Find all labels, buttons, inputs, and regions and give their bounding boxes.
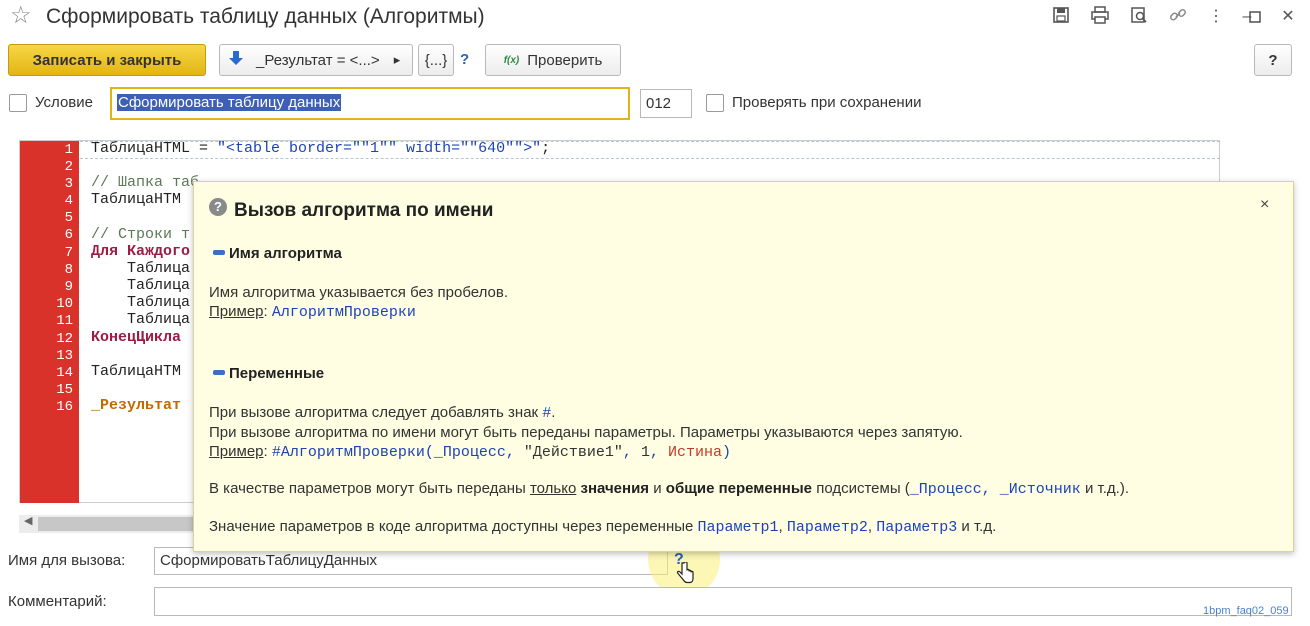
line-number: 8 [64,262,73,278]
maximize-icon[interactable] [1244,6,1266,28]
more-icon[interactable]: ⋮ [1205,6,1227,28]
line-number: 13 [56,348,73,364]
preview-icon[interactable] [1128,6,1150,28]
section2-line1: При вызове алгоритма следует добавлять з… [209,404,556,422]
comment-input[interactable] [154,587,1292,616]
scrollbar-thumb[interactable] [38,517,198,531]
code-input[interactable]: 012 [640,89,692,118]
help-popup: ? Вызов алгоритма по имени × Имя алгорит… [193,181,1294,552]
line-number: 10 [56,296,73,312]
window-title: Сформировать таблицу данных (Алгоритмы) [46,5,485,28]
line-number: 3 [64,176,73,192]
collapse-icon[interactable] [213,370,225,375]
check-button[interactable]: f(x) Проверить [485,44,621,76]
condition-checkbox[interactable] [9,94,27,112]
section-title-name[interactable]: Имя алгоритма [229,245,342,262]
code-line-4: ТаблицаHTM [91,191,182,208]
algorithm-name-value: Сформировать таблицу данных [117,94,342,111]
line-number: 11 [56,313,73,329]
save-icon[interactable] [1050,6,1072,28]
section2-paragraph3: В качестве параметров могут быть передан… [209,480,1129,498]
popup-title: Вызов алгоритма по имени [234,200,494,221]
section2-example: Пример: #АлгоритмПроверки(_Процесс, "Дей… [209,443,731,461]
link-icon[interactable] [1167,6,1189,28]
popup-close-icon[interactable]: × [1260,196,1269,214]
section1-example: Пример: АлгоритмПроверки [209,303,416,321]
braces-button[interactable]: {...} [418,44,454,76]
section-title-variables[interactable]: Переменные [229,365,324,382]
formula-check-icon: f(x) [503,54,520,66]
comment-label: Комментарий: [8,593,107,610]
code-line-1: ТаблицаHTML = "<table border=""1"" width… [91,140,551,157]
code-line-12: КонецЦикла [91,329,182,346]
code-line-14: ТаблицаHTM [91,363,182,380]
line-number: 15 [56,382,73,398]
code-line-3: // Шапка таб [91,174,200,191]
section2-paragraph4: Значение параметров в коде алгоритма дос… [209,518,997,536]
code-line-16: _Результат [91,397,182,414]
section1-text: Имя алгоритма указывается без пробелов. [209,284,509,301]
result-template-label: _Результат = <...> [256,51,380,69]
line-number: 7 [64,245,73,261]
check-on-save-checkbox[interactable] [706,94,724,112]
line-number: 16 [56,399,73,415]
code-line-8: Таблица [91,260,191,277]
line-number: 6 [64,227,73,243]
line-number: 12 [56,331,73,347]
arrow-down-icon [228,50,244,71]
call-name-label: Имя для вызова: [8,552,126,569]
code-line-9: Таблица [91,277,191,294]
line-number: 14 [56,365,73,381]
print-icon[interactable] [1089,6,1111,28]
algorithm-name-input[interactable]: Сформировать таблицу данных [110,87,630,120]
condition-label: Условие [35,94,93,111]
check-button-label: Проверить [527,51,603,69]
scroll-left-icon[interactable]: ◀ [24,514,32,527]
help-link[interactable]: ? [460,51,469,68]
code-line-10: Таблица [91,294,191,311]
line-number: 4 [64,193,73,209]
save-and-close-button[interactable]: Записать и закрыть [8,44,206,76]
collapse-icon[interactable] [213,250,225,255]
chevron-right-icon: ▸ [393,52,401,67]
line-number: 5 [64,210,73,226]
code-line-7: Для Каждого [91,243,191,260]
close-icon[interactable]: ✕ [1277,6,1299,28]
title-bar: ☆ Сформировать таблицу данных (Алгоритмы… [0,0,1310,36]
help-button[interactable]: ? [1254,44,1292,76]
line-number: 9 [64,279,73,295]
line-number: 1 [64,142,73,158]
line-number-gutter: 1 2 3 4 5 6 7 8 9 10 11 12 13 14 15 16 [20,141,79,503]
check-on-save-label: Проверять при сохранении [732,94,922,111]
line-number: 2 [64,159,73,175]
code-line-6: // Строки т [91,226,191,243]
watermark: 1bpm_faq02_059 [1203,605,1289,617]
favorite-star-icon[interactable]: ☆ [10,4,32,28]
code-line-11: Таблица [91,311,191,328]
hand-cursor-icon [676,561,694,590]
section2-line2: При вызове алгоритма по имени могут быть… [209,424,963,441]
question-icon: ? [209,198,227,216]
result-template-button[interactable]: _Результат = <...> ▸ [219,44,413,76]
